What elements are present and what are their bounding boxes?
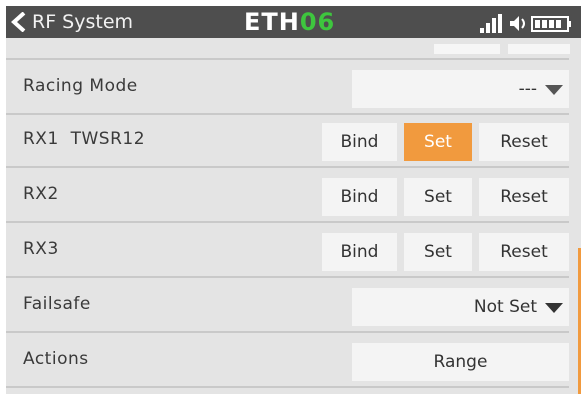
settings-list: Racing Mode --- RX1 TWSR12 Bind Set Rese… <box>6 38 581 394</box>
actions-label: Actions <box>23 349 89 369</box>
title-bar: RF System ETH06 <box>6 6 581 38</box>
failsafe-dropdown[interactable]: Not Set <box>352 288 569 326</box>
rx2-row: RX2 Bind Set Reset <box>6 168 569 223</box>
screen: RF System ETH06 Racing Mode --- RX1 TWSR… <box>6 6 581 394</box>
status-icons <box>480 14 571 33</box>
rx2-label: RX2 <box>23 184 59 204</box>
racing-mode-dropdown[interactable]: --- <box>352 70 569 108</box>
volume-icon <box>510 16 525 31</box>
rx1-reset-button[interactable]: Reset <box>479 123 569 161</box>
rx2-bind-button[interactable]: Bind <box>322 178 397 216</box>
failsafe-value: Not Set <box>473 297 537 317</box>
rx1-bind-button[interactable]: Bind <box>322 123 397 161</box>
range-button-label: Range <box>433 352 488 372</box>
rx2-set-button[interactable]: Set <box>404 178 472 216</box>
racing-mode-label: Racing Mode <box>23 76 138 96</box>
racing-mode-row: Racing Mode --- <box>6 58 569 115</box>
rx3-bind-button[interactable]: Bind <box>322 233 397 271</box>
chevron-down-icon <box>545 85 563 95</box>
back-arrow-icon[interactable] <box>10 12 28 32</box>
page-title: RF System <box>32 11 134 33</box>
failsafe-label: Failsafe <box>23 294 91 314</box>
chevron-down-icon <box>545 303 563 313</box>
rx1-set-button[interactable]: Set <box>404 123 472 161</box>
racing-mode-value: --- <box>518 79 537 99</box>
rx1-label: RX1 TWSR12 <box>23 129 146 149</box>
partial-field <box>508 44 570 54</box>
signal-icon <box>480 14 502 33</box>
failsafe-row: Failsafe Not Set <box>6 278 569 333</box>
rx3-label: RX3 <box>23 239 59 259</box>
ethos-logo: ETH06 <box>244 9 335 35</box>
rx1-row: RX1 TWSR12 Bind Set Reset <box>6 113 569 168</box>
logo-number: 06 <box>299 8 336 36</box>
actions-row: Actions Range <box>6 333 569 388</box>
partial-field <box>434 44 500 54</box>
battery-icon <box>531 16 571 32</box>
logo-text: ETH <box>244 8 300 36</box>
range-button[interactable]: Range <box>352 343 569 381</box>
rx3-set-button[interactable]: Set <box>404 233 472 271</box>
rx2-reset-button[interactable]: Reset <box>479 178 569 216</box>
rx3-row: RX3 Bind Set Reset <box>6 223 569 278</box>
rx3-reset-button[interactable]: Reset <box>479 233 569 271</box>
